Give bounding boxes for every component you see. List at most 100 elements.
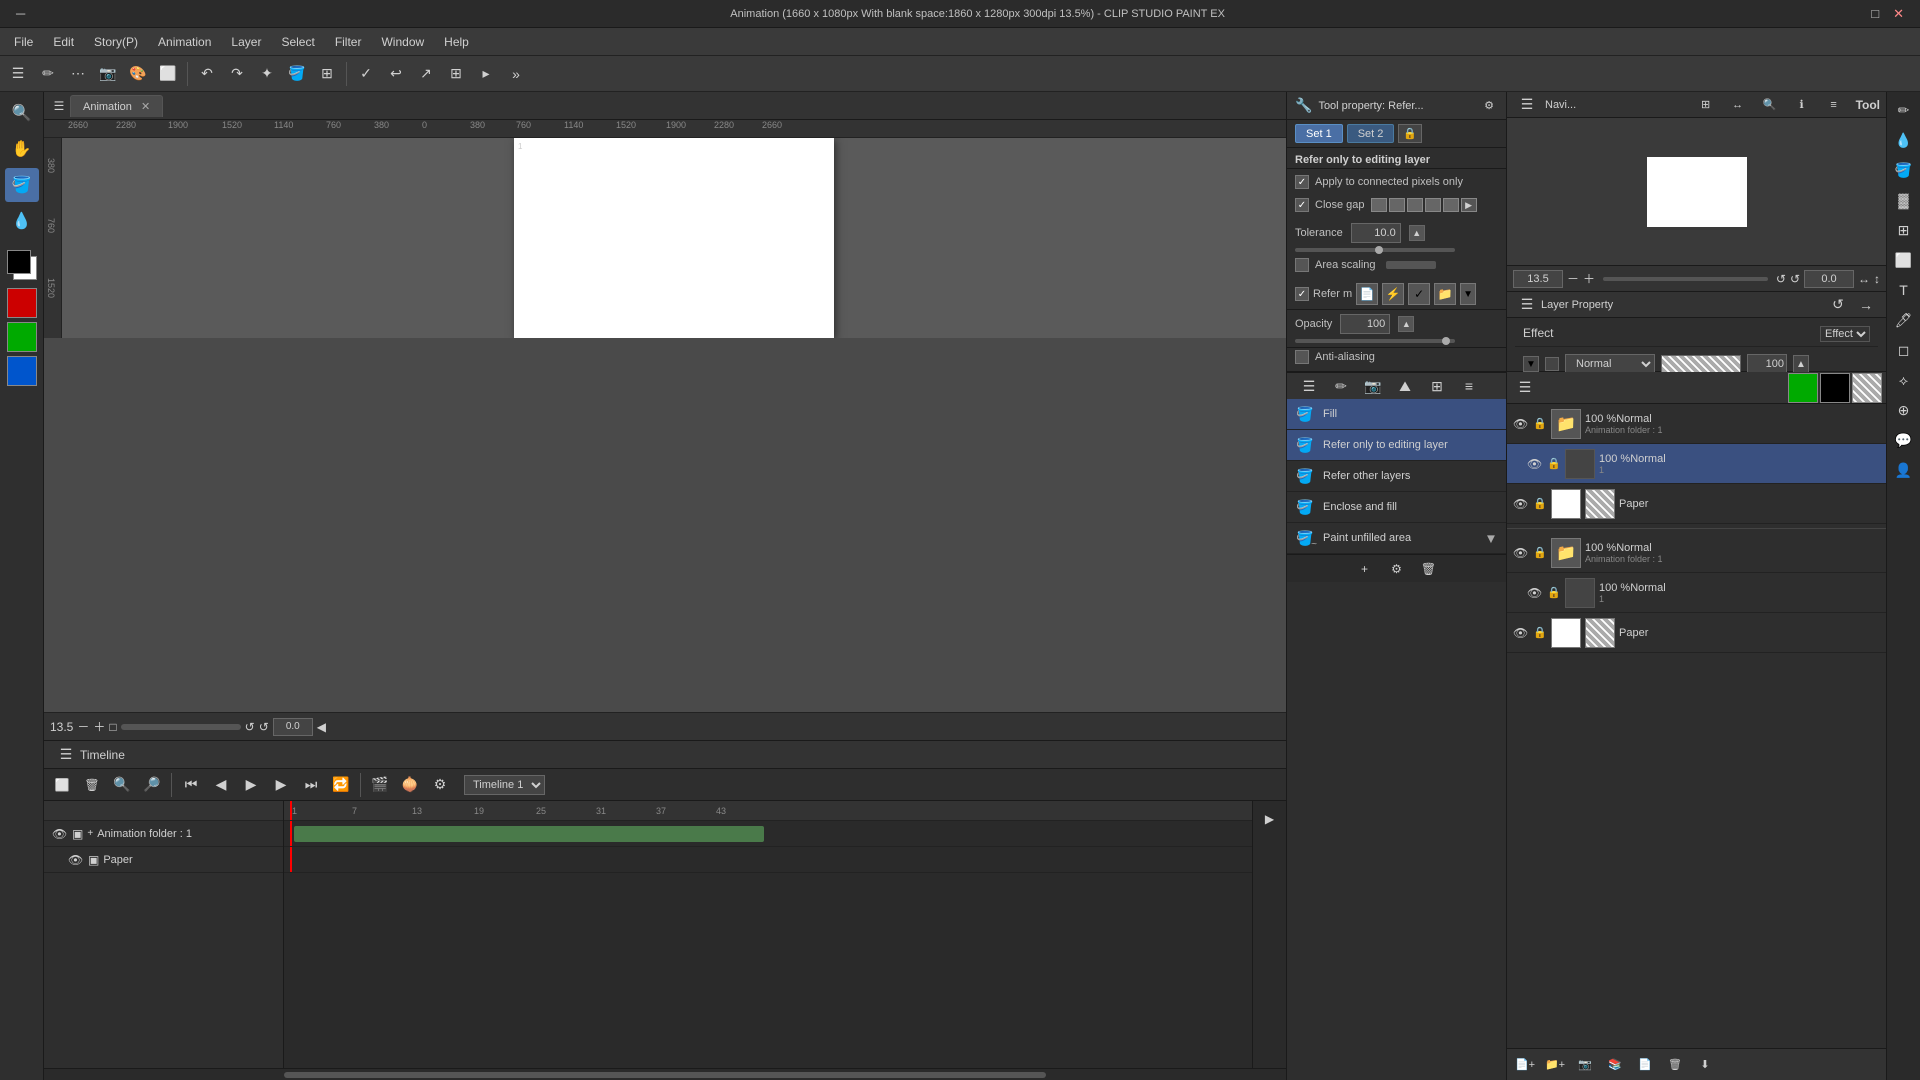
timeline-scroll-track[interactable] — [284, 1072, 1046, 1078]
nav-rotate-ccw-btn[interactable]: ↺ — [1790, 272, 1800, 286]
tl-add-track-button[interactable]: ▶ — [1256, 805, 1284, 833]
tl-onion-button[interactable]: 🧅 — [396, 771, 424, 799]
layer-lock-normal-1[interactable]: 🔒 — [1547, 457, 1561, 470]
ri-bucket-btn[interactable]: 🪣 — [1890, 156, 1918, 184]
ri-layers-btn[interactable]: ⊕ — [1890, 396, 1918, 424]
layer-item-normal-2[interactable]: 👁 🔒 100 %Normal 1 — [1507, 573, 1886, 613]
track-expand-1[interactable]: ▣ — [72, 827, 83, 841]
ll-checker-swatch[interactable] — [1852, 373, 1882, 403]
nav-rotate-reset-btn[interactable]: ↺ — [1776, 272, 1786, 286]
tl-next-frame-button[interactable]: ▶ — [267, 771, 295, 799]
anti-alias-checkbox[interactable] — [1295, 350, 1309, 364]
ll-black-swatch[interactable] — [1820, 373, 1850, 403]
toolbar-transform-button[interactable]: ⊞ — [313, 60, 341, 88]
ll-new-folder-btn[interactable]: 📁+ — [1541, 1051, 1569, 1079]
ri-grid-btn[interactable]: ⊞ — [1890, 216, 1918, 244]
tool-fill-button[interactable]: 🪣 — [5, 168, 39, 202]
toolbar-star-button[interactable]: ✦ — [253, 60, 281, 88]
stp-mountain-button[interactable]: ⛰ — [1391, 372, 1419, 400]
tl-settings-button[interactable]: ⚙ — [426, 771, 454, 799]
layer-lock-anim-folder-1[interactable]: 🔒 — [1533, 417, 1547, 430]
menu-window[interactable]: Window — [371, 32, 434, 52]
ri-comment-btn[interactable]: 💬 — [1890, 426, 1918, 454]
layer-vis-paper-2[interactable]: 👁 — [1513, 626, 1529, 640]
nav-zoom-out-btn[interactable]: － — [1567, 270, 1579, 287]
fill-option-refer-other[interactable]: 🪣 Refer other layers — [1287, 461, 1506, 492]
zoom-out-button[interactable]: － — [77, 718, 89, 735]
toolbar-grid-button[interactable]: ⊞ — [442, 60, 470, 88]
layer-lock-paper-2[interactable]: 🔒 — [1533, 626, 1547, 639]
timeline-menu-button[interactable]: ☰ — [52, 741, 80, 769]
opacity-slider[interactable] — [1295, 339, 1455, 343]
tp-lock-button[interactable]: 🔒 — [1398, 124, 1422, 143]
track-bar-animation-folder[interactable] — [294, 826, 764, 842]
blend-mode-dropdown[interactable]: Normal — [1565, 354, 1655, 374]
minimize-button[interactable]: ─ — [10, 6, 31, 21]
stp-grid2-button[interactable]: ⊞ — [1423, 372, 1451, 400]
fill-option-fill[interactable]: 🪣 Fill — [1287, 399, 1506, 430]
layer-vis-paper-1[interactable]: 👁 — [1513, 497, 1529, 511]
menu-layer[interactable]: Layer — [221, 32, 271, 52]
stp-more2-button[interactable]: ≡ — [1455, 372, 1483, 400]
tp-settings-button[interactable]: ⚙ — [1480, 97, 1498, 115]
ri-eyedropper-btn[interactable]: 💧 — [1890, 126, 1918, 154]
tab-menu-button[interactable]: ☰ — [48, 95, 70, 117]
close-gap-checkbox[interactable]: ✓ — [1295, 198, 1309, 212]
tl-loop-button[interactable]: 🔁 — [327, 771, 355, 799]
ri-pen-btn[interactable]: 🖊 — [1890, 306, 1918, 334]
layer-item-paper-1[interactable]: 👁 🔒 Paper — [1507, 484, 1886, 524]
toolbar-redo-button[interactable]: ↷ — [223, 60, 251, 88]
ri-vector-btn[interactable]: ⟡ — [1890, 366, 1918, 394]
rotate-reset-button[interactable]: ↺ — [245, 720, 255, 734]
gap-seg-4[interactable] — [1425, 198, 1441, 212]
ll-camera-btn[interactable]: 📷 — [1571, 1051, 1599, 1079]
rotation-input[interactable] — [273, 718, 313, 736]
track-vis-2[interactable]: 👁 — [68, 853, 84, 867]
toolbar-more-button[interactable]: » — [502, 60, 530, 88]
layer-expand-btn[interactable]: ▼ — [1523, 356, 1539, 372]
rotate-ccw-button[interactable]: ↺ — [259, 720, 269, 734]
toolbar-expand-button[interactable]: ▸ — [472, 60, 500, 88]
nav-flip-h-btn[interactable]: ↔ — [1858, 272, 1870, 286]
layer-vis-anim-folder-2[interactable]: 👁 — [1513, 546, 1529, 560]
ri-frame-btn[interactable]: ⬜ — [1890, 246, 1918, 274]
gap-expand-button[interactable]: ▶ — [1461, 198, 1477, 212]
tolerance-input[interactable] — [1351, 223, 1401, 243]
red-color-button[interactable] — [7, 288, 37, 318]
layer-lock-normal-2[interactable]: 🔒 — [1547, 586, 1561, 599]
stp-settings2-button[interactable]: ⚙ — [1383, 555, 1411, 583]
refer-icon-2[interactable]: ⚡ — [1382, 283, 1404, 305]
gap-seg-5[interactable] — [1443, 198, 1459, 212]
stp-camera-button[interactable]: 📷 — [1359, 372, 1387, 400]
animation-tab[interactable]: Animation ✕ — [70, 95, 163, 117]
toolbar-undo-button[interactable]: ↶ — [193, 60, 221, 88]
tl-first-frame-button[interactable]: ⏮ — [177, 771, 205, 799]
ri-eraser-btn[interactable]: ◻ — [1890, 336, 1918, 364]
stp-menu-button[interactable]: ☰ — [1295, 372, 1323, 400]
tool-zoom-button[interactable]: 🔍 — [5, 96, 39, 130]
nav-flip-v-btn[interactable]: ↕ — [1874, 272, 1880, 286]
canvas-viewport[interactable]: 1 — [62, 138, 1286, 338]
ri-person-btn[interactable]: 👤 — [1890, 456, 1918, 484]
menu-help[interactable]: Help — [434, 32, 479, 52]
restore-button[interactable]: □ — [1865, 6, 1885, 22]
fg-color-swatch[interactable] — [7, 250, 31, 274]
layer-color-box[interactable] — [1545, 357, 1559, 371]
lp-menu-button[interactable]: ☰ — [1513, 291, 1541, 319]
lp-arrow-button[interactable]: → — [1852, 291, 1880, 319]
tool-eyedropper-button[interactable]: 💧 — [5, 204, 39, 238]
layer-lock-anim-folder-2[interactable]: 🔒 — [1533, 546, 1547, 559]
nav-panel-menu-button[interactable]: ☰ — [1513, 92, 1541, 119]
gap-seg-3[interactable] — [1407, 198, 1423, 212]
navigator-mini-view[interactable] — [1647, 157, 1747, 227]
menu-animation[interactable]: Animation — [148, 32, 221, 52]
close-button[interactable]: ✕ — [1887, 6, 1910, 22]
nav-icon-3[interactable]: 🔍 — [1756, 92, 1784, 119]
layer-vis-normal-1[interactable]: 👁 — [1527, 457, 1543, 471]
ri-text-btn[interactable]: T — [1890, 276, 1918, 304]
menu-select[interactable]: Select — [271, 32, 324, 52]
tl-zoom-in-button[interactable]: 🔎 — [138, 771, 166, 799]
layer-item-anim-folder-2[interactable]: 👁 🔒 📁 100 %Normal Animation folder : 1 — [1507, 533, 1886, 573]
opacity-up-button[interactable]: ▲ — [1398, 316, 1414, 332]
refer-icon-4[interactable]: 📁 — [1434, 283, 1456, 305]
